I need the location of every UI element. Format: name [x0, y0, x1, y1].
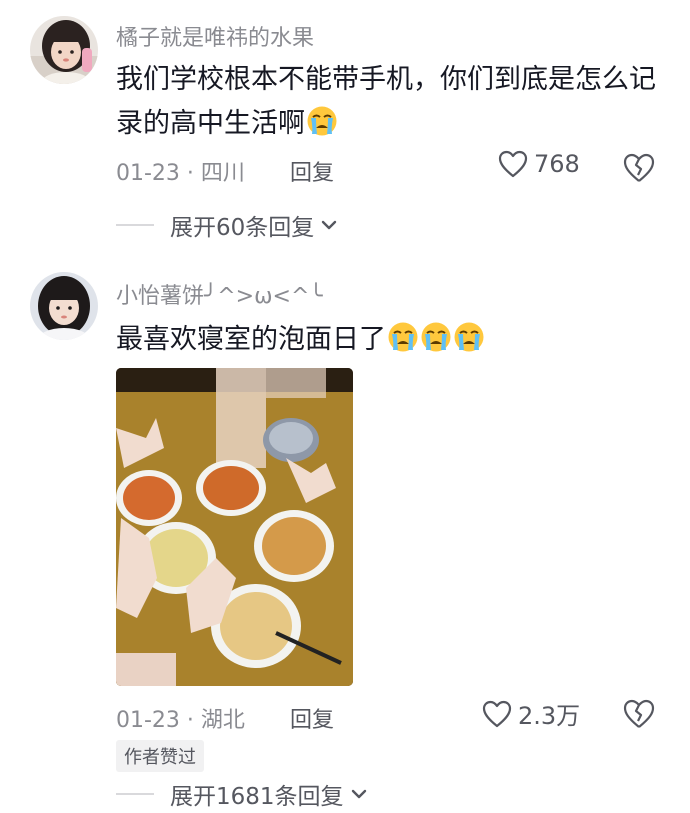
reply-button[interactable]: 回复: [290, 155, 334, 187]
crying-face-icon: [454, 322, 484, 352]
username[interactable]: 小怡薯饼╯^>ω<^╰: [116, 278, 323, 310]
comment-date-location: 01-23 · 湖北: [116, 708, 245, 733]
comment-text: 最喜欢寝室的泡面日了: [116, 318, 656, 362]
heart-icon: [498, 150, 528, 178]
like-button[interactable]: 2.3万: [482, 696, 580, 731]
broken-heart-icon[interactable]: [622, 698, 656, 730]
chevron-down-icon: [351, 789, 366, 799]
crying-face-icon: [307, 106, 337, 136]
expand-replies-button[interactable]: 展开1681条回复: [116, 777, 370, 811]
avatar[interactable]: [30, 272, 98, 340]
crying-face-icon: [388, 322, 418, 352]
emoji-group: [305, 106, 338, 139]
comment-date-location: 01-23 · 四川: [116, 161, 245, 186]
expand-replies-label: 展开60条回复: [170, 215, 315, 241]
chevron-down-icon: [322, 220, 337, 230]
comment-text-content: 最喜欢寝室的泡面日了: [116, 324, 386, 355]
broken-heart-icon[interactable]: [622, 152, 656, 184]
emoji-group: [386, 322, 485, 355]
comment-text: 我们学校根本不能带手机，你们到底是怎么记录的高中生活啊: [116, 58, 656, 146]
expand-replies-label: 展开1681条回复: [170, 784, 344, 810]
author-liked-badge: 作者赞过: [116, 740, 204, 772]
like-count: 2.3万: [518, 702, 581, 730]
like-button[interactable]: 768: [498, 150, 580, 178]
divider-line: [116, 224, 154, 226]
heart-icon: [482, 700, 512, 727]
divider-line: [116, 793, 154, 795]
avatar[interactable]: [30, 16, 98, 84]
crying-face-icon: [421, 322, 451, 352]
reply-button[interactable]: 回复: [290, 702, 334, 734]
expand-replies-button[interactable]: 展开60条回复: [116, 208, 340, 242]
like-count: 768: [534, 150, 580, 178]
username[interactable]: 橘子就是唯祎的水果: [116, 20, 314, 52]
comment-text-content: 我们学校根本不能带手机，你们到底是怎么记录的高中生活啊: [116, 64, 656, 139]
comment-photo[interactable]: [116, 368, 353, 686]
